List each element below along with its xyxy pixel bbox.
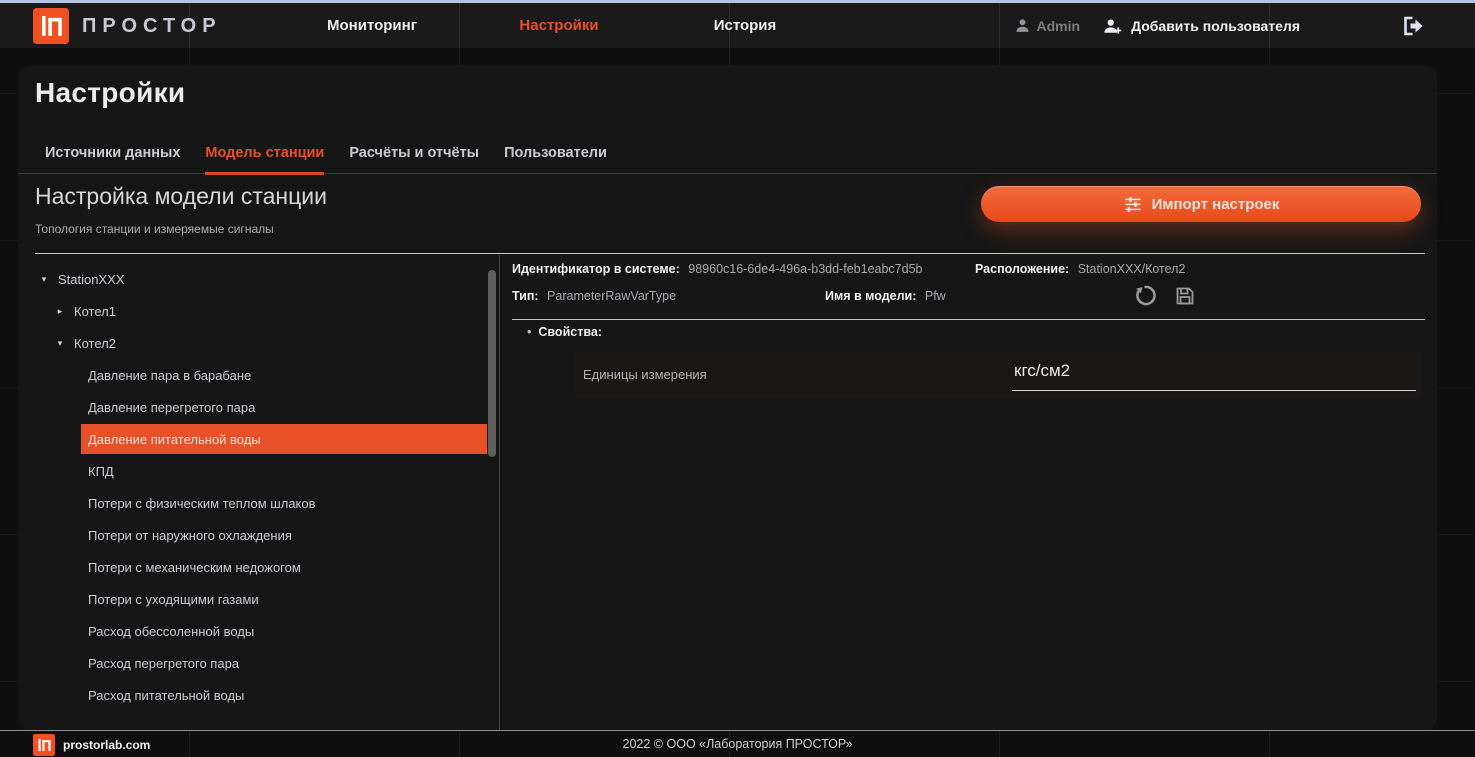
footer: prostorlab.com 2022 © ООО «Лаборатория П… <box>0 730 1475 757</box>
section-titles: Настройка модели станции Топология станц… <box>35 183 327 236</box>
field-type: Тип: ParameterRawVarType <box>512 289 676 303</box>
nav-item-history[interactable]: История <box>714 3 777 48</box>
logout-icon <box>1398 14 1425 38</box>
tree-item[interactable]: Потери с уходящими газами <box>18 583 488 615</box>
tree-item[interactable]: Потери с механическим недожогом <box>18 551 488 583</box>
section-title: Настройка модели станции <box>35 183 327 210</box>
units-input[interactable] <box>1012 357 1416 391</box>
tree-item-label: Котел2 <box>74 336 116 351</box>
tree-item-label: Давление перегретого пара <box>88 400 255 415</box>
caret-down-icon[interactable]: ▾ <box>53 338 67 349</box>
sliders-icon <box>1123 194 1143 214</box>
import-settings-label: Импорт настроек <box>1152 196 1280 213</box>
navbar-right: Admin Добавить пользователя <box>1014 3 1475 48</box>
field-location: Расположение: StationXXX/Котел2 <box>975 262 1185 276</box>
tab-data-sources[interactable]: Источники данных <box>45 145 180 175</box>
revert-button[interactable] <box>1132 283 1157 308</box>
tree-item[interactable]: Расход обессоленной воды <box>18 615 488 647</box>
tree-item[interactable]: Расход перегретого пара <box>18 647 488 679</box>
tree-item[interactable]: ▾ Котел2 <box>18 327 488 359</box>
tree-item-label: StationXXX <box>58 272 125 287</box>
tab-bar: Источники данных Модель станции Расчёты и … <box>18 145 1437 174</box>
field-model-name: Имя в модели: Pfw <box>825 289 946 303</box>
tree-item[interactable]: Потери с физическим теплом шлаков <box>18 487 488 519</box>
brand-logo-icon <box>33 8 69 44</box>
tree-item[interactable]: ▸ Котел1 <box>18 295 488 327</box>
logout-button[interactable] <box>1398 14 1425 38</box>
content-divider <box>35 253 1425 254</box>
tree-item-label: Потери с уходящими газами <box>88 592 259 607</box>
tree-item-label: Потери от наружного охлаждения <box>88 528 292 543</box>
top-navbar: ПРОСТОР Мониторинг Настройки История Admin… <box>0 0 1475 48</box>
brand[interactable]: ПРОСТОР <box>33 8 222 44</box>
admin-user-label: Admin <box>1037 18 1081 34</box>
tree-item-label: КПД <box>88 464 114 479</box>
tree-scrollbar[interactable] <box>488 270 496 457</box>
tree-item-label: Расход питательной воды <box>88 688 244 703</box>
bullet-icon: • <box>527 325 531 339</box>
import-settings-button[interactable]: Импорт настроек <box>981 186 1421 222</box>
tree-item-label: Расход обессоленной воды <box>88 624 254 639</box>
tree-item[interactable]: Давление питательной воды <box>18 423 488 455</box>
tree-item-label: Расход перегретого пара <box>88 656 239 671</box>
tab-users[interactable]: Пользователи <box>504 145 607 175</box>
property-label: Единицы измерения <box>583 367 707 382</box>
tree-item-label: Потери с физическим теплом шлаков <box>88 496 316 511</box>
undo-icon <box>1132 283 1157 308</box>
page-title: Настройки <box>35 77 185 109</box>
add-user-label: Добавить пользователя <box>1131 18 1300 34</box>
details-actions <box>1132 283 1197 308</box>
save-button[interactable] <box>1173 284 1197 308</box>
nav-item-monitoring[interactable]: Мониторинг <box>327 3 417 48</box>
properties-heading: •Свойства: <box>527 325 602 339</box>
tree-item-label: Давление питательной воды <box>88 432 261 447</box>
tab-station-model[interactable]: Модель станции <box>205 145 324 175</box>
brand-name: ПРОСТОР <box>82 15 222 38</box>
section-subtitle: Топология станции и измеряемые сигналы <box>35 222 327 236</box>
tree-item[interactable]: Давление перегретого пара <box>18 391 488 423</box>
footer-copyright: 2022 © ООО «Лаборатория ПРОСТОР» <box>0 737 1475 751</box>
tree-item[interactable]: ▾ StationXXX <box>18 263 488 295</box>
person-plus-icon <box>1102 17 1124 35</box>
tree-item[interactable]: Давление пара в барабане <box>18 359 488 391</box>
person-icon <box>1014 17 1031 34</box>
property-row: Единицы измерения <box>575 352 1421 398</box>
caret-down-icon[interactable]: ▾ <box>37 274 51 285</box>
tab-calculations-reports[interactable]: Расчёты и отчёты <box>349 145 479 175</box>
tree-item[interactable]: Потери от наружного охлаждения <box>18 519 488 551</box>
details-panel: Идентификатор в системе: 98960c16-6de4-4… <box>512 255 1425 731</box>
add-user-button[interactable]: Добавить пользователя <box>1102 17 1300 35</box>
admin-user-menu[interactable]: Admin <box>1014 17 1081 34</box>
tree-item-label: Потери с механическим недожогом <box>88 560 301 575</box>
save-icon <box>1173 284 1197 308</box>
station-tree: ▾ StationXXX ▸ Котел1 ▾ Котел2 Давление пара в… <box>18 255 488 729</box>
properties-divider <box>512 319 1425 320</box>
tree-item[interactable]: КПД <box>18 455 488 487</box>
field-system-id: Идентификатор в системе: 98960c16-6de4-4… <box>512 262 923 276</box>
nav-item-settings[interactable]: Настройки <box>519 3 598 48</box>
section-header: Настройка модели станции Топология станц… <box>35 183 1421 236</box>
tree-item[interactable]: Расход питательной воды <box>18 679 488 711</box>
panel-divider <box>499 255 500 731</box>
tree-item-label: Котел1 <box>74 304 116 319</box>
caret-right-icon[interactable]: ▸ <box>53 306 67 317</box>
settings-card: Настройки Источники данных Модель станции… <box>18 65 1437 731</box>
tree-item-label: Давление пара в барабане <box>88 368 251 383</box>
